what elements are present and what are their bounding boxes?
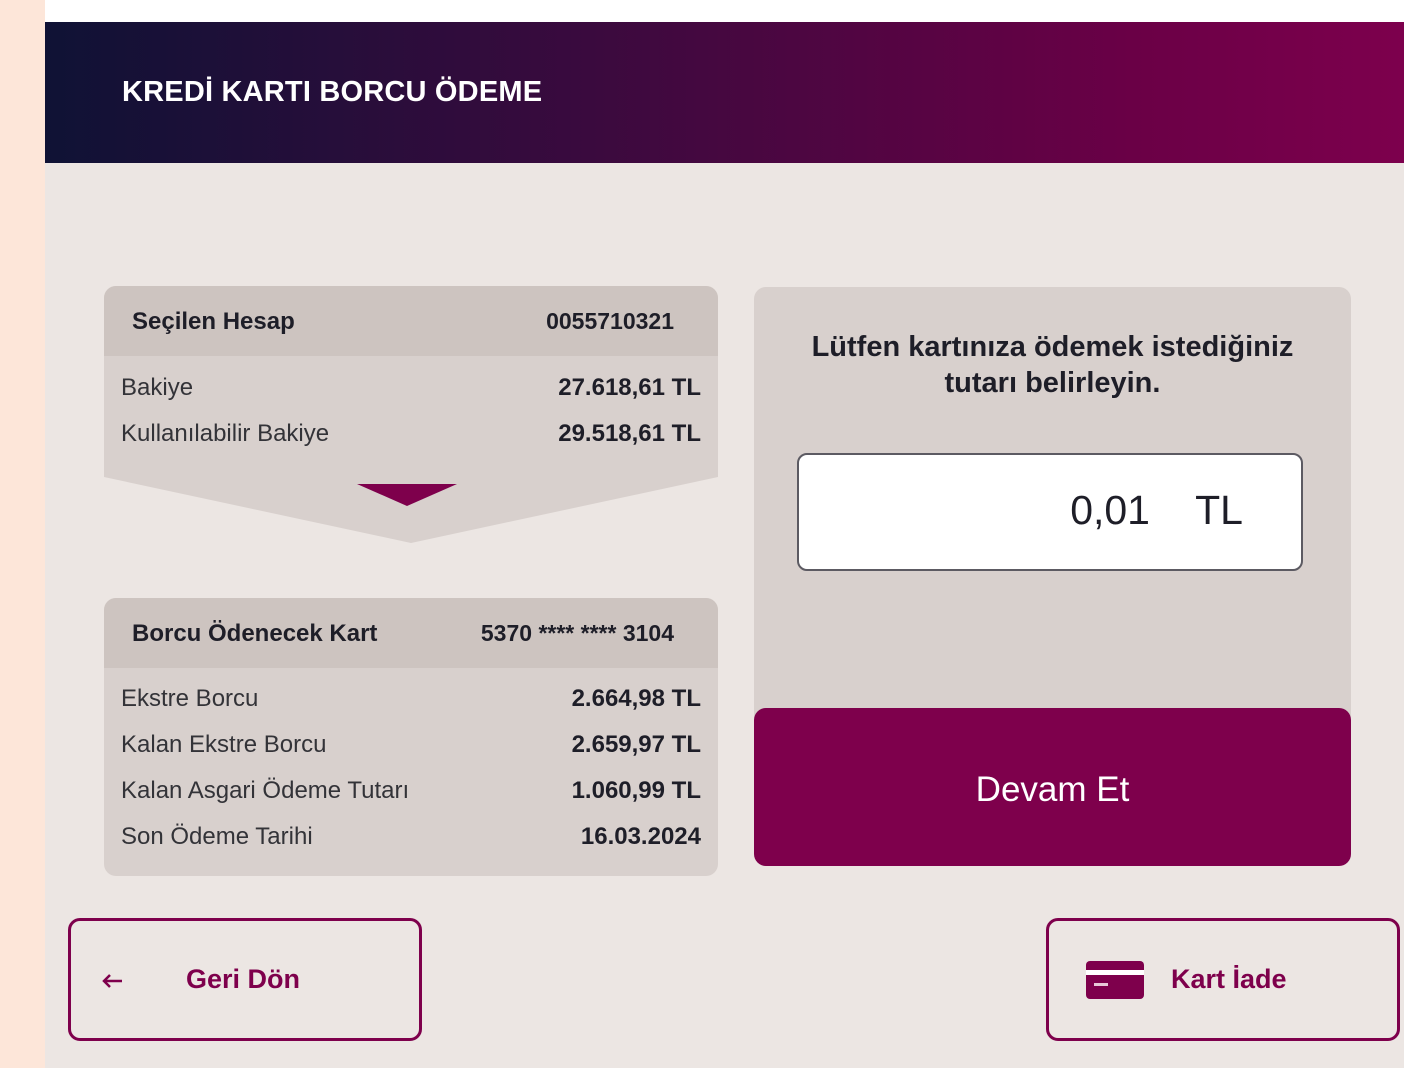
remaining-minimum-payment-label: Kalan Asgari Ödeme Tutarı [121,777,410,804]
balance-label: Bakiye [121,374,194,401]
credit-card-icon [1086,961,1144,1004]
remaining-statement-debt-value: 2.659,97 TL [571,731,701,758]
remaining-minimum-payment-value: 1.060,99 TL [571,777,701,804]
account-card-tail [104,471,718,543]
chevron-down-icon [357,484,457,506]
available-balance-value: 29.518,61 TL [558,420,701,447]
statement-debt-label: Ekstre Borcu [121,685,259,712]
remaining-statement-debt-label: Kalan Ekstre Borcu [121,731,327,758]
page-title: KREDİ KARTI BORCU ÖDEME [122,76,543,108]
continue-button[interactable]: Devam Et [754,708,1351,866]
header-bar: KREDİ KARTI BORCU ÖDEME [45,22,1404,163]
credit-card-number: 5370 **** **** 3104 [480,620,674,646]
credit-card-debt-card: Borcu Ödenecek Kart 5370 **** **** 3104 … [104,598,718,876]
available-balance-label: Kullanılabilir Bakiye [121,420,330,447]
back-button[interactable]: Geri Dön [68,918,422,1041]
back-button-label: Geri Dön [186,964,301,994]
arrow-left-icon [101,973,123,994]
balance-value: 27.618,61 TL [558,374,701,401]
top-strip [45,0,1404,22]
atm-screen: KREDİ KARTI BORCU ÖDEME Seçilen Hesap 00… [45,0,1404,1068]
selected-account-header: Seçilen Hesap 0055710321 [104,286,718,356]
credit-card-header: Borcu Ödenecek Kart 5370 **** **** 3104 [104,598,718,668]
continue-button-label: Devam Et [975,770,1130,809]
card-return-label: Kart İade [1171,964,1287,994]
statement-debt-value: 2.664,98 TL [571,685,701,712]
payment-instruction: Lütfen kartınıza ödemek istediğiniz tuta… [811,331,1294,399]
card-return-button[interactable]: Kart İade [1046,918,1400,1041]
selected-account-card: Seçilen Hesap 0055710321 Bakiye 27.618,6… [104,286,718,472]
amount-value: 0,01 [1070,487,1150,533]
payment-amount-panel: Lütfen kartınıza ödemek istediğiniz tuta… [754,287,1351,727]
amount-input[interactable]: 0,01 TL [797,453,1303,571]
due-date-value: 16.03.2024 [580,823,701,850]
due-date-label: Son Ödeme Tarihi [121,823,313,850]
credit-card-label: Borcu Ödenecek Kart [132,620,378,647]
selected-account-number: 0055710321 [546,308,674,334]
selected-account-label: Seçilen Hesap [132,308,295,335]
amount-currency: TL [1195,487,1243,533]
